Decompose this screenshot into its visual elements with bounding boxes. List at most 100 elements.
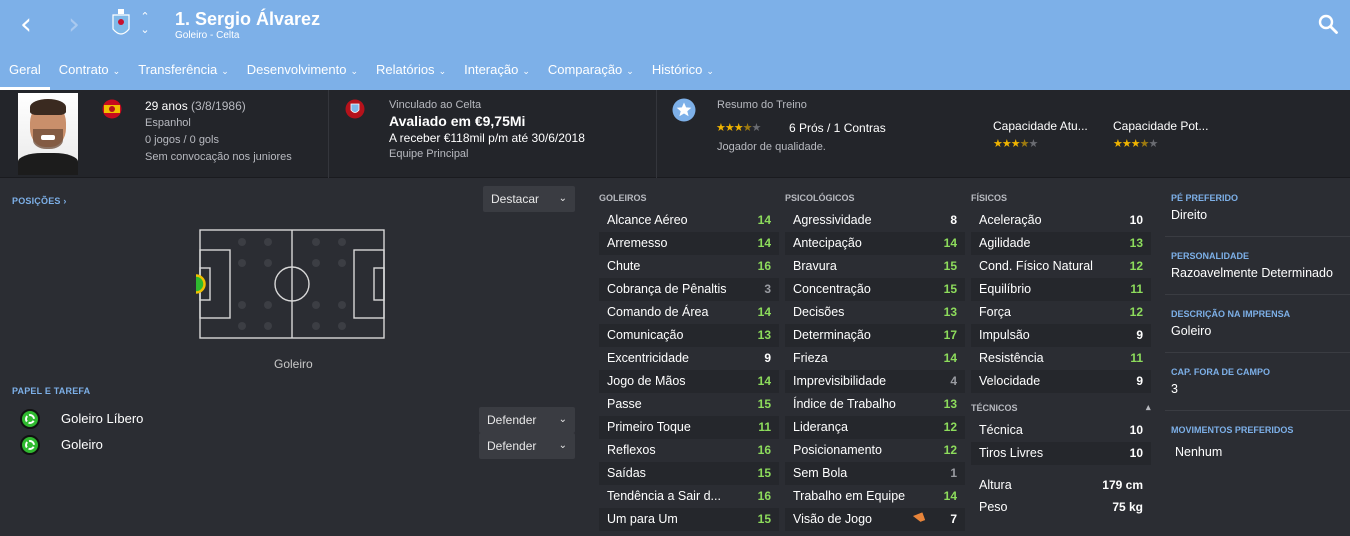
physical-attribute-row[interactable]: Equilíbrio 11 <box>971 278 1151 301</box>
tab-geral[interactable]: Geral <box>0 52 50 90</box>
position-marker-goalkeeper[interactable] <box>196 274 206 294</box>
highlight-dropdown[interactable]: Destacar ⌄ <box>483 186 575 212</box>
attribute-name: Um para Um <box>607 512 678 526</box>
club-badge-icon[interactable] <box>345 99 365 119</box>
pros-cons[interactable]: 6 Prós / 1 Contras <box>789 121 886 135</box>
duty-dropdown[interactable]: Defender ⌄ <box>479 433 575 459</box>
attribute-value: 14 <box>757 305 771 319</box>
tab-comparacao[interactable]: Comparação ⌄ <box>539 52 643 90</box>
goalkeeping-attribute-row[interactable]: Passe 15 <box>599 393 779 416</box>
player-value: Avaliado em €9,75Mi <box>389 113 526 129</box>
search-icon[interactable] <box>1318 14 1338 34</box>
positions-label[interactable]: POSIÇÕES › <box>12 196 67 206</box>
attribute-name: Determinação <box>793 328 871 342</box>
detail-value[interactable]: Goleiro <box>1171 324 1211 338</box>
physical-attribute-row[interactable]: Impulsão 9 <box>971 324 1151 347</box>
training-summary-label: Resumo do Treino <box>717 99 807 111</box>
physical-attribute-row[interactable]: Agilidade 13 <box>971 232 1151 255</box>
attribute-value: 13 <box>943 397 957 411</box>
mental-attribute-row[interactable]: Liderança 12 <box>785 416 965 439</box>
mental-attribute-row[interactable]: Agressividade 8 <box>785 209 965 232</box>
player-nationality[interactable]: Espanhol <box>145 117 191 129</box>
attribute-name: Frieza <box>793 351 828 365</box>
goalkeeping-attribute-row[interactable]: Jogo de Mãos 14 <box>599 370 779 393</box>
goalkeeping-attribute-row[interactable]: Reflexos 16 <box>599 439 779 462</box>
goalkeeping-attribute-row[interactable]: Alcance Aéreo 14 <box>599 209 779 232</box>
role-name[interactable]: Goleiro Líbero <box>61 411 143 426</box>
physical-attribute-row[interactable]: Aceleração 10 <box>971 209 1151 232</box>
attribute-value: 14 <box>757 374 771 388</box>
player-switch-arrows[interactable]: ⌃ ⌄ <box>138 10 152 38</box>
goalkeeping-attribute-row[interactable]: Excentricidade 9 <box>599 347 779 370</box>
squad-status[interactable]: Equipe Principal <box>389 148 469 160</box>
back-button[interactable]: ‹ <box>20 10 44 40</box>
forward-button[interactable]: › <box>68 10 92 40</box>
physical-attribute-row[interactable]: Velocidade 9 <box>971 370 1151 393</box>
goalkeeping-attribute-row[interactable]: Comando de Área 14 <box>599 301 779 324</box>
goalkeeping-attribute-row[interactable]: Arremesso 14 <box>599 232 779 255</box>
physical-attribute-row[interactable]: Cond. Físico Natural 12 <box>971 255 1151 278</box>
mental-attribute-row[interactable]: Frieza 14 <box>785 347 965 370</box>
attribute-value: 15 <box>757 466 771 480</box>
tab-desenvolvimento[interactable]: Desenvolvimento ⌄ <box>238 52 367 90</box>
goalkeeping-attribute-row[interactable]: Um para Um 15 <box>599 508 779 531</box>
goalkeeping-attribute-row[interactable]: Saídas 15 <box>599 462 779 485</box>
tab-relatorios[interactable]: Relatórios ⌄ <box>367 52 455 90</box>
attribute-value: 8 <box>950 213 957 227</box>
mental-attribute-row[interactable]: Bravura 15 <box>785 255 965 278</box>
divider <box>1165 352 1350 353</box>
page-title: 1. Sergio Álvarez <box>175 9 321 29</box>
divider <box>1165 410 1350 411</box>
chevron-down-icon: ⌄ <box>350 67 359 77</box>
attribute-name: Impulsão <box>979 328 1030 342</box>
chevron-down-icon: ⌄ <box>558 414 567 425</box>
detail-value: Direito <box>1171 208 1208 222</box>
mental-header: PSICOLÓGICOS <box>785 193 855 203</box>
tab-interacao[interactable]: Interação ⌄ <box>455 52 539 90</box>
technical-attribute-row[interactable]: Técnica 10 <box>971 419 1151 442</box>
attribute-name: Passe <box>607 397 642 411</box>
attribute-name: Agilidade <box>979 236 1031 250</box>
international-caps: 0 jogos / 0 gols <box>145 134 219 146</box>
mental-attribute-row[interactable]: Posicionamento 12 <box>785 439 965 462</box>
goalkeeping-header: GOLEIROS <box>599 193 647 203</box>
attribute-value: 9 <box>1136 328 1143 342</box>
physical-attribute-row[interactable]: Resistência 11 <box>971 347 1151 370</box>
attribute-name: Aceleração <box>979 213 1042 227</box>
chevron-down-icon: ⌄ <box>626 67 634 77</box>
attribute-name: Chute <box>607 259 641 273</box>
mental-attribute-row[interactable]: Imprevisibilidade 4 <box>785 370 965 393</box>
mental-attribute-row[interactable]: Trabalho em Equipe 14 <box>785 485 965 508</box>
tab-contrato[interactable]: Contrato ⌄ <box>50 52 129 90</box>
goalkeeping-attribute-row[interactable]: Comunicação 13 <box>599 324 779 347</box>
goalkeeping-attribute-row[interactable]: Chute 16 <box>599 255 779 278</box>
duty-dropdown[interactable]: Defender ⌄ <box>479 407 575 433</box>
role-name[interactable]: Goleiro <box>61 437 103 452</box>
technical-attribute-row[interactable]: Tiros Livres 10 <box>971 442 1151 465</box>
mental-attribute-row[interactable]: Determinação 17 <box>785 324 965 347</box>
mental-attribute-row[interactable]: Antecipação 14 <box>785 232 965 255</box>
collapse-icon[interactable]: ▴ <box>1146 402 1151 413</box>
attribute-value: 9 <box>764 351 771 365</box>
detail-value[interactable]: Razoavelmente Determinado <box>1171 266 1333 280</box>
goalkeeping-attribute-row[interactable]: Primeiro Toque 11 <box>599 416 779 439</box>
club-crest-icon[interactable] <box>112 9 130 39</box>
physical-attribute-row[interactable]: Força 12 <box>971 301 1151 324</box>
attribute-value: 7 <box>950 512 957 526</box>
mental-attribute-row[interactable]: Concentração 15 <box>785 278 965 301</box>
player-subtitle[interactable]: Goleiro - Celta <box>175 30 239 41</box>
attribute-value: 11 <box>758 420 771 434</box>
goalkeeping-attribute-row[interactable]: Tendência a Sair d... 16 <box>599 485 779 508</box>
mental-attribute-row[interactable]: Decisões 13 <box>785 301 965 324</box>
detail-label: MOVIMENTOS PREFERIDOS <box>1171 425 1294 435</box>
attribute-value: 1 <box>950 466 957 480</box>
tab-transferencia[interactable]: Transferência ⌄ <box>129 52 238 90</box>
detail-label: PÉ PREFERIDO <box>1171 193 1239 203</box>
nation-flag-icon[interactable] <box>102 99 122 119</box>
tab-historico[interactable]: Histórico ⌄ <box>643 52 723 90</box>
mental-attribute-row[interactable]: Índice de Trabalho 13 <box>785 393 965 416</box>
player-wage: A receber €118mil p/m até 30/6/2018 <box>389 131 585 145</box>
mental-attribute-row[interactable]: Visão de Jogo 7 <box>785 508 965 531</box>
mental-attribute-row[interactable]: Sem Bola 1 <box>785 462 965 485</box>
goalkeeping-attribute-row[interactable]: Cobrança de Pênaltis 3 <box>599 278 779 301</box>
